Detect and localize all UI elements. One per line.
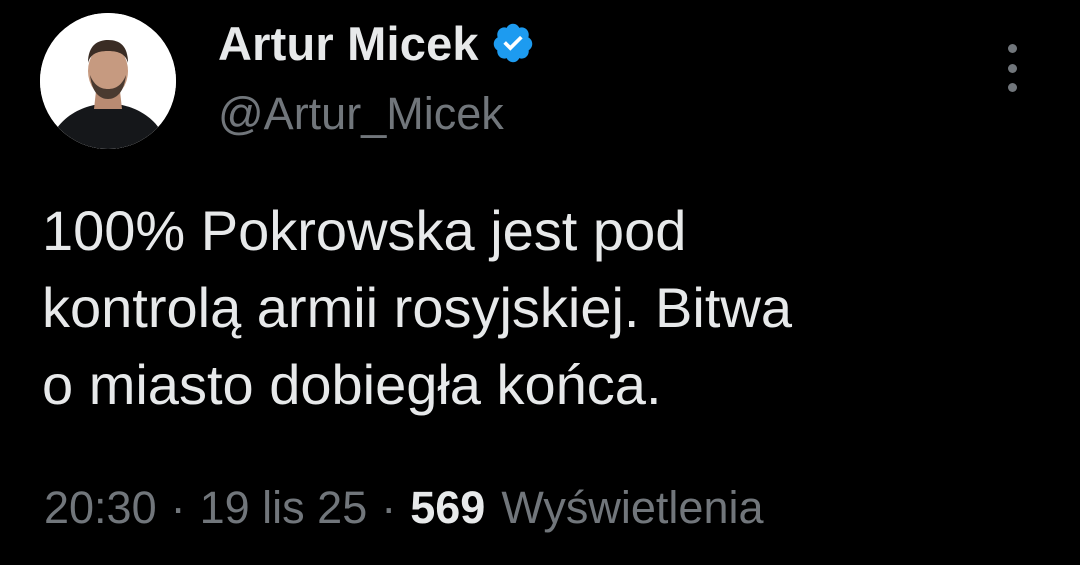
- avatar[interactable]: [40, 13, 176, 149]
- tweet-text: 100% Pokrowska jest pod kontrolą armii r…: [42, 192, 1052, 423]
- more-dot: [1007, 44, 1017, 53]
- tweet-text-line: 100% Pokrowska jest pod: [42, 199, 687, 262]
- avatar-photo: [40, 13, 176, 149]
- tweet-meta: 20:30 · 19 lis 25 · 569 Wyświetlenia: [44, 482, 764, 534]
- verified-badge-icon: [491, 21, 535, 65]
- more-dot: [1007, 63, 1017, 73]
- tweet-text-line: o miasto dobiegła końca.: [42, 353, 662, 416]
- more-vertical-icon[interactable]: [996, 44, 1028, 92]
- meta-separator: ·: [170, 482, 186, 533]
- meta-separator: ·: [381, 482, 397, 533]
- tweet-card: Artur Micek @Artur_Micek 100% Pokrowska …: [0, 0, 1080, 565]
- tweet-text-line: kontrolą armii rosyjskiej. Bitwa: [42, 276, 792, 339]
- tweet-date[interactable]: 19 lis 25: [200, 482, 368, 534]
- display-name[interactable]: Artur Micek: [218, 16, 479, 71]
- more-dot: [1007, 83, 1017, 92]
- tweet-time[interactable]: 20:30: [44, 482, 157, 534]
- views-count[interactable]: 569: [410, 482, 485, 534]
- author-handle[interactable]: @Artur_Micek: [218, 88, 535, 140]
- views-label[interactable]: Wyświetlenia: [501, 482, 763, 534]
- author-header: Artur Micek @Artur_Micek: [218, 14, 535, 140]
- name-row: Artur Micek: [218, 14, 535, 72]
